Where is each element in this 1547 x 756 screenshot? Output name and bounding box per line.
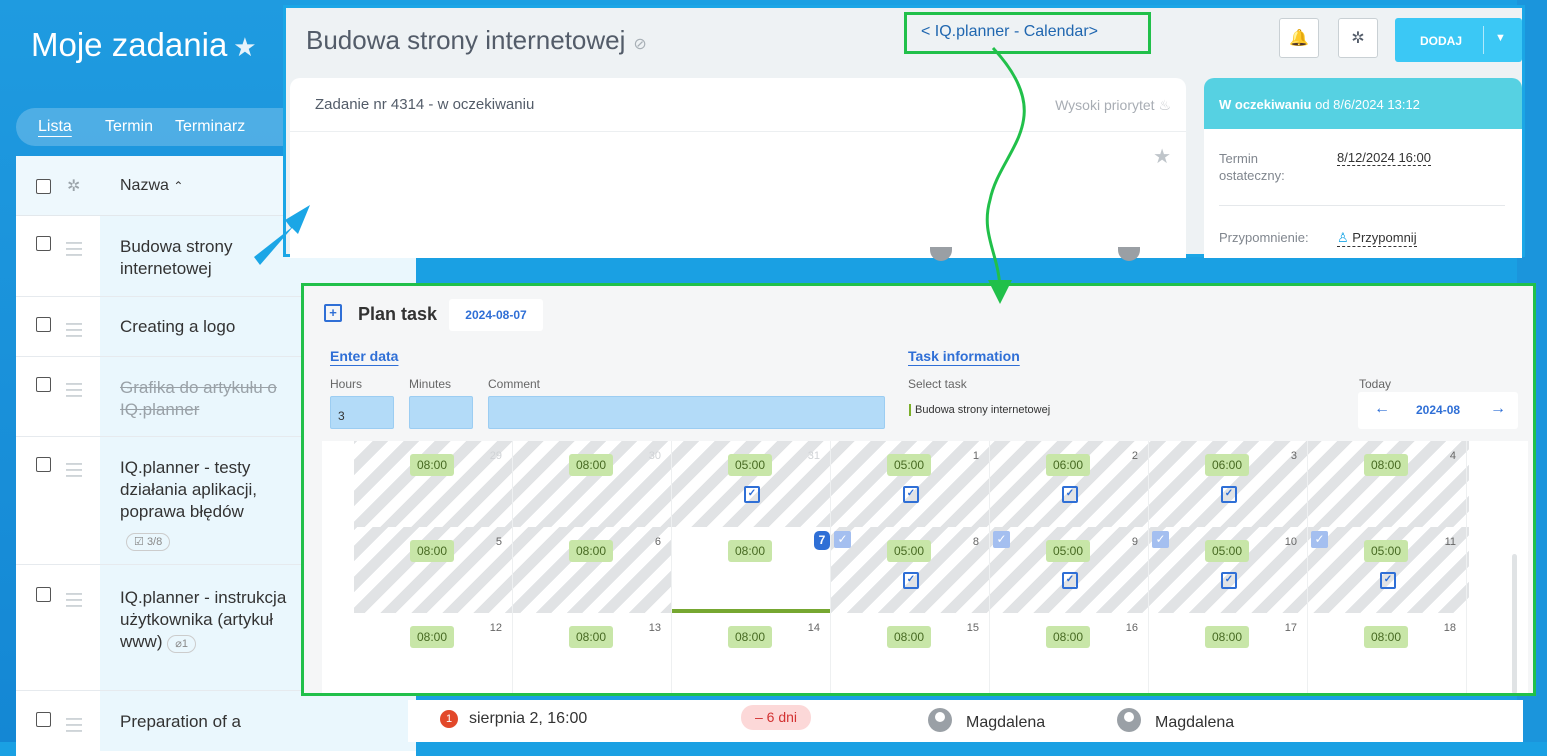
blue-pointer-arrow bbox=[254, 205, 310, 265]
annotation-overlay bbox=[254, 46, 1026, 304]
green-connector-arrow bbox=[985, 46, 1026, 304]
